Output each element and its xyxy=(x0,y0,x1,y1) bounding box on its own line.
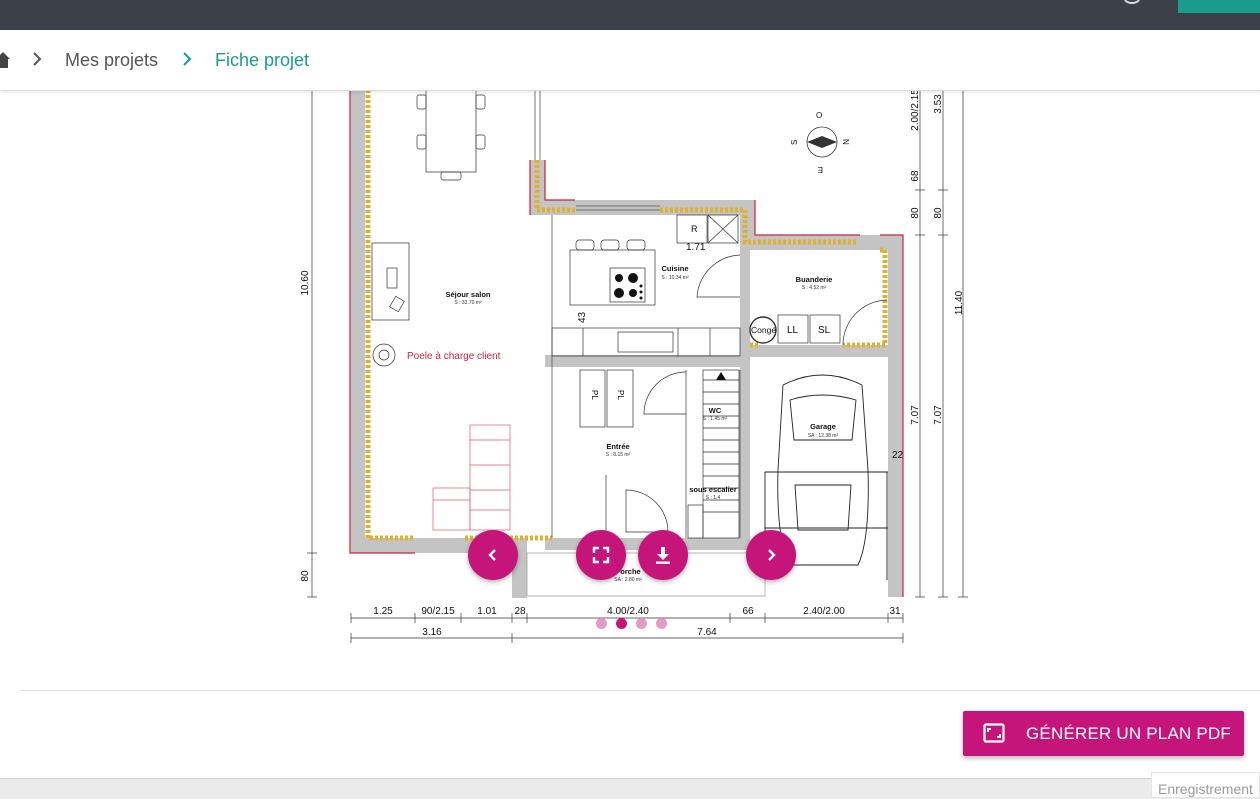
room-area: S : 1.45 m² xyxy=(703,416,728,422)
insulation xyxy=(365,91,888,541)
dim-label: 80 xyxy=(933,207,944,219)
chevron-right-icon xyxy=(183,52,192,66)
carousel-dot[interactable] xyxy=(656,618,667,629)
dim-label: 1.71 xyxy=(686,242,706,253)
room-name: WC xyxy=(709,406,722,415)
dining-table xyxy=(416,91,486,181)
room-name: sous escalier xyxy=(689,485,737,494)
floor-plan-drawing: Poele à charge client R 1.71 43 PL PL Co… xyxy=(300,91,968,643)
dim-label: 7.07 xyxy=(933,405,944,425)
breadcrumb-item-mes-projets[interactable]: Mes projets xyxy=(65,49,158,71)
dim-label: 43 xyxy=(577,311,588,323)
tv-unit xyxy=(371,242,410,321)
user-icon[interactable] xyxy=(1124,0,1140,4)
plan-icon xyxy=(983,723,1005,743)
dim-label: 10.60 xyxy=(300,270,311,295)
carousel-dot[interactable] xyxy=(596,618,607,629)
dim-label: 31 xyxy=(889,606,901,617)
room-area: S : 8.15 m² xyxy=(606,452,631,458)
dim-label: 80 xyxy=(300,570,311,582)
fullscreen-button[interactable] xyxy=(576,530,626,580)
dryer-label: SL xyxy=(818,325,831,336)
stairs xyxy=(687,369,740,539)
closet-label: PL xyxy=(616,390,625,400)
dim-label: 7.64 xyxy=(697,627,717,638)
dim-label: 68 xyxy=(910,170,921,182)
dim-label: 2.00/2.15 xyxy=(910,91,921,131)
generate-pdf-label: GÉNÉRER UN PLAN PDF xyxy=(1026,724,1232,743)
room-area: S : 33.70 m² xyxy=(454,300,482,306)
room-area: S : 4.52 m² xyxy=(802,285,827,291)
room-area: S : 1.4 xyxy=(706,495,721,501)
svg-text:O: O xyxy=(816,111,822,120)
sofa xyxy=(432,424,511,531)
save-status: Enregistrement xyxy=(1151,772,1260,798)
closet-label: PL xyxy=(590,390,599,400)
chevron-right-icon xyxy=(33,52,42,66)
stove xyxy=(372,343,396,367)
dim-label: 11.40 xyxy=(954,290,965,315)
room-name: Séjour salon xyxy=(445,290,490,299)
kitchen-island xyxy=(551,214,741,357)
dim-label: 66 xyxy=(742,606,754,617)
dim-label: 7.07 xyxy=(910,405,921,425)
washer-label: LL xyxy=(787,325,799,336)
room-area: SA : 2.80 m² xyxy=(614,577,642,583)
stove-label: Poele à charge client xyxy=(407,351,501,362)
svg-text:N: N xyxy=(841,139,850,145)
floor-plan-viewer: Poele à charge client R 1.71 43 PL PL Co… xyxy=(0,91,1260,691)
generate-pdf-button[interactable]: GÉNÉRER UN PLAN PDF xyxy=(963,711,1244,756)
dim-label: 90/2.15 xyxy=(421,606,455,617)
download-icon xyxy=(656,547,670,564)
dim-label: 1.25 xyxy=(373,606,393,617)
dim-label: 1.01 xyxy=(477,606,497,617)
previous-button[interactable] xyxy=(468,530,518,580)
room-name: Garage xyxy=(810,422,836,431)
room-name: Entrée xyxy=(606,442,629,451)
dim-label: 2.40/2.00 xyxy=(803,606,845,617)
divider xyxy=(20,690,1260,691)
dim-label: 80 xyxy=(910,207,921,219)
dim-label: 28 xyxy=(514,606,526,617)
next-button[interactable] xyxy=(746,530,796,580)
top-app-bar xyxy=(0,0,1260,30)
room-area: S : 10.34 m² xyxy=(661,275,689,281)
account-button[interactable] xyxy=(1178,0,1260,13)
cooktop xyxy=(614,273,643,300)
freezer-label: Congé xyxy=(751,325,776,335)
fridge-label: R xyxy=(691,224,698,234)
dim-label: 22 xyxy=(892,450,904,461)
bottom-bar xyxy=(0,778,1260,799)
dim-label: 3.16 xyxy=(422,627,442,638)
download-button[interactable] xyxy=(638,530,688,580)
breadcrumb: Mes projets Fiche projet xyxy=(0,30,1260,91)
room-area: SA : 12.38 m² xyxy=(808,433,839,439)
dim-label: 4.00/2.40 xyxy=(607,606,649,617)
carousel-dot-active[interactable] xyxy=(616,618,627,629)
fullscreen-icon xyxy=(592,546,610,564)
svg-text:E: E xyxy=(818,165,823,174)
chevron-right-icon xyxy=(768,549,776,561)
room-name: Buanderie xyxy=(796,275,833,284)
carousel-dot[interactable] xyxy=(636,618,647,629)
svg-text:S: S xyxy=(790,140,799,145)
chevron-left-icon xyxy=(488,549,496,561)
home-icon[interactable] xyxy=(0,51,10,69)
dim-label: 3.53 xyxy=(933,94,944,114)
compass-icon: O N E S xyxy=(790,111,850,174)
room-name: Cuisine xyxy=(661,264,688,273)
interior-walls xyxy=(534,91,741,538)
breadcrumb-item-fiche-projet: Fiche projet xyxy=(215,50,310,70)
